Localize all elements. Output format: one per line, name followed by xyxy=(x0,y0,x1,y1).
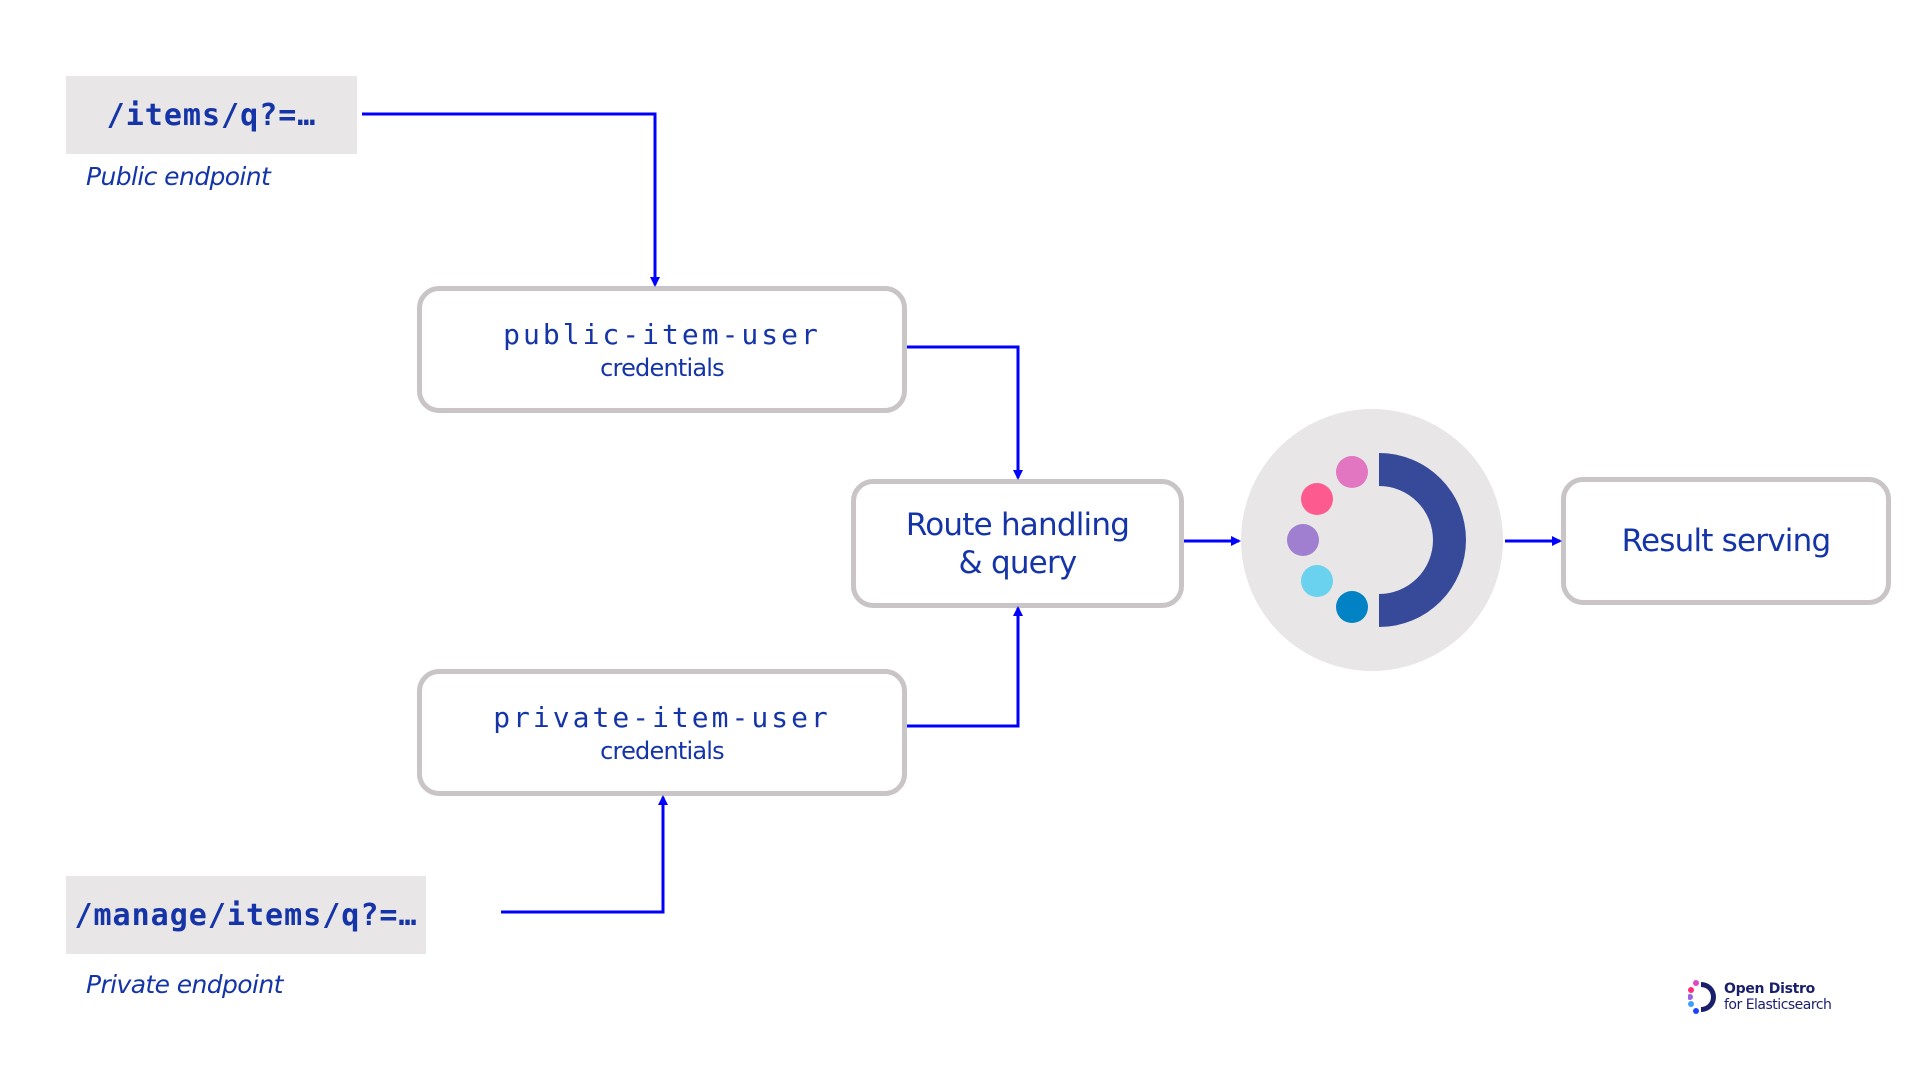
engine-dot-1 xyxy=(1336,456,1368,488)
branding-line1: Open Distro xyxy=(1724,981,1815,997)
engine-dot-3 xyxy=(1287,524,1319,556)
engine-dot-2 xyxy=(1301,483,1333,515)
connector-private-user-to-route xyxy=(907,606,1023,728)
open-distro-logo-icon xyxy=(1241,409,1503,671)
branding-line2: for Elasticsearch xyxy=(1724,997,1832,1013)
connector-public-user-to-route xyxy=(907,345,1023,480)
open-distro-small-logo-icon xyxy=(1688,980,1716,1014)
connector-private-endpoint-to-private-user xyxy=(501,795,668,914)
connector-public-endpoint-to-public-user xyxy=(362,112,660,287)
engine-dot-5 xyxy=(1336,591,1368,623)
engine-dot-4 xyxy=(1301,565,1333,597)
open-distro-branding: Open Distro for Elasticsearch xyxy=(1688,978,1832,1016)
diagram-overlay xyxy=(362,112,1562,914)
